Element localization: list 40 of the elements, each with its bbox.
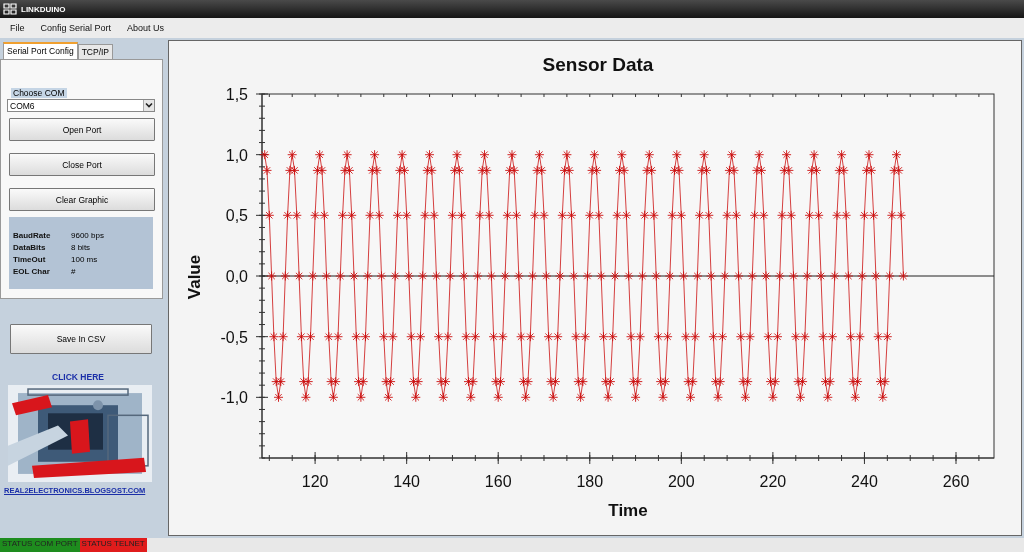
panel-button[interactable]: Close Port bbox=[9, 153, 155, 176]
menu-item[interactable]: Config Serial Port bbox=[40, 23, 112, 33]
x-tick-label: 260 bbox=[942, 473, 970, 490]
tab[interactable]: TCP/IP bbox=[77, 44, 114, 59]
click-here-link[interactable]: CLICK HERE bbox=[52, 372, 104, 382]
x-tick-label: 220 bbox=[759, 473, 787, 490]
com-dropdown[interactable]: COM6 bbox=[7, 99, 155, 112]
info-value: # bbox=[71, 266, 76, 276]
info-label: DataBits bbox=[13, 242, 47, 252]
tab[interactable]: Serial Port Config bbox=[3, 42, 78, 59]
save-csv-button[interactable]: Save In CSV bbox=[10, 324, 152, 354]
x-tick-label: 200 bbox=[668, 473, 695, 490]
choose-com-label: Choose COM bbox=[11, 88, 67, 98]
y-tick-label: 1,0 bbox=[225, 146, 248, 164]
y-tick-label: -0,5 bbox=[220, 328, 248, 346]
info-label: TimeOut bbox=[13, 254, 47, 264]
y-tick-label: 1,5 bbox=[225, 86, 248, 103]
x-axis-title: Time bbox=[608, 501, 648, 520]
y-axis-title: Value bbox=[185, 254, 204, 300]
y-tick-label: -1,0 bbox=[220, 389, 248, 407]
x-tick-label: 180 bbox=[576, 473, 604, 490]
status-indicator: STATUS COM PORT bbox=[0, 538, 80, 552]
x-tick-label: 240 bbox=[851, 473, 878, 490]
y-tick-label: 0,0 bbox=[225, 268, 248, 285]
x-tick-label: 140 bbox=[393, 473, 420, 490]
x-tick-label: 160 bbox=[484, 473, 512, 490]
window-title: LINKDUINO bbox=[21, 4, 66, 14]
info-value: 8 bits bbox=[71, 242, 91, 252]
panel-button[interactable]: Open Port bbox=[9, 118, 155, 141]
panel-button[interactable]: Clear Graphic bbox=[9, 188, 155, 211]
info-value: 100 ms bbox=[71, 254, 98, 264]
info-label: EOL Char bbox=[13, 266, 51, 276]
info-value: 9600 bps bbox=[71, 230, 104, 240]
menu-item[interactable]: File bbox=[10, 23, 25, 33]
info-label: BaudRate bbox=[13, 230, 52, 240]
menu-item[interactable]: About Us bbox=[127, 23, 165, 33]
y-tick-label: 0,5 bbox=[225, 207, 248, 225]
chart-title: Sensor Data bbox=[542, 54, 654, 75]
x-tick-label: 120 bbox=[301, 473, 329, 490]
status-indicator: STATUS TELNET bbox=[79, 538, 147, 552]
